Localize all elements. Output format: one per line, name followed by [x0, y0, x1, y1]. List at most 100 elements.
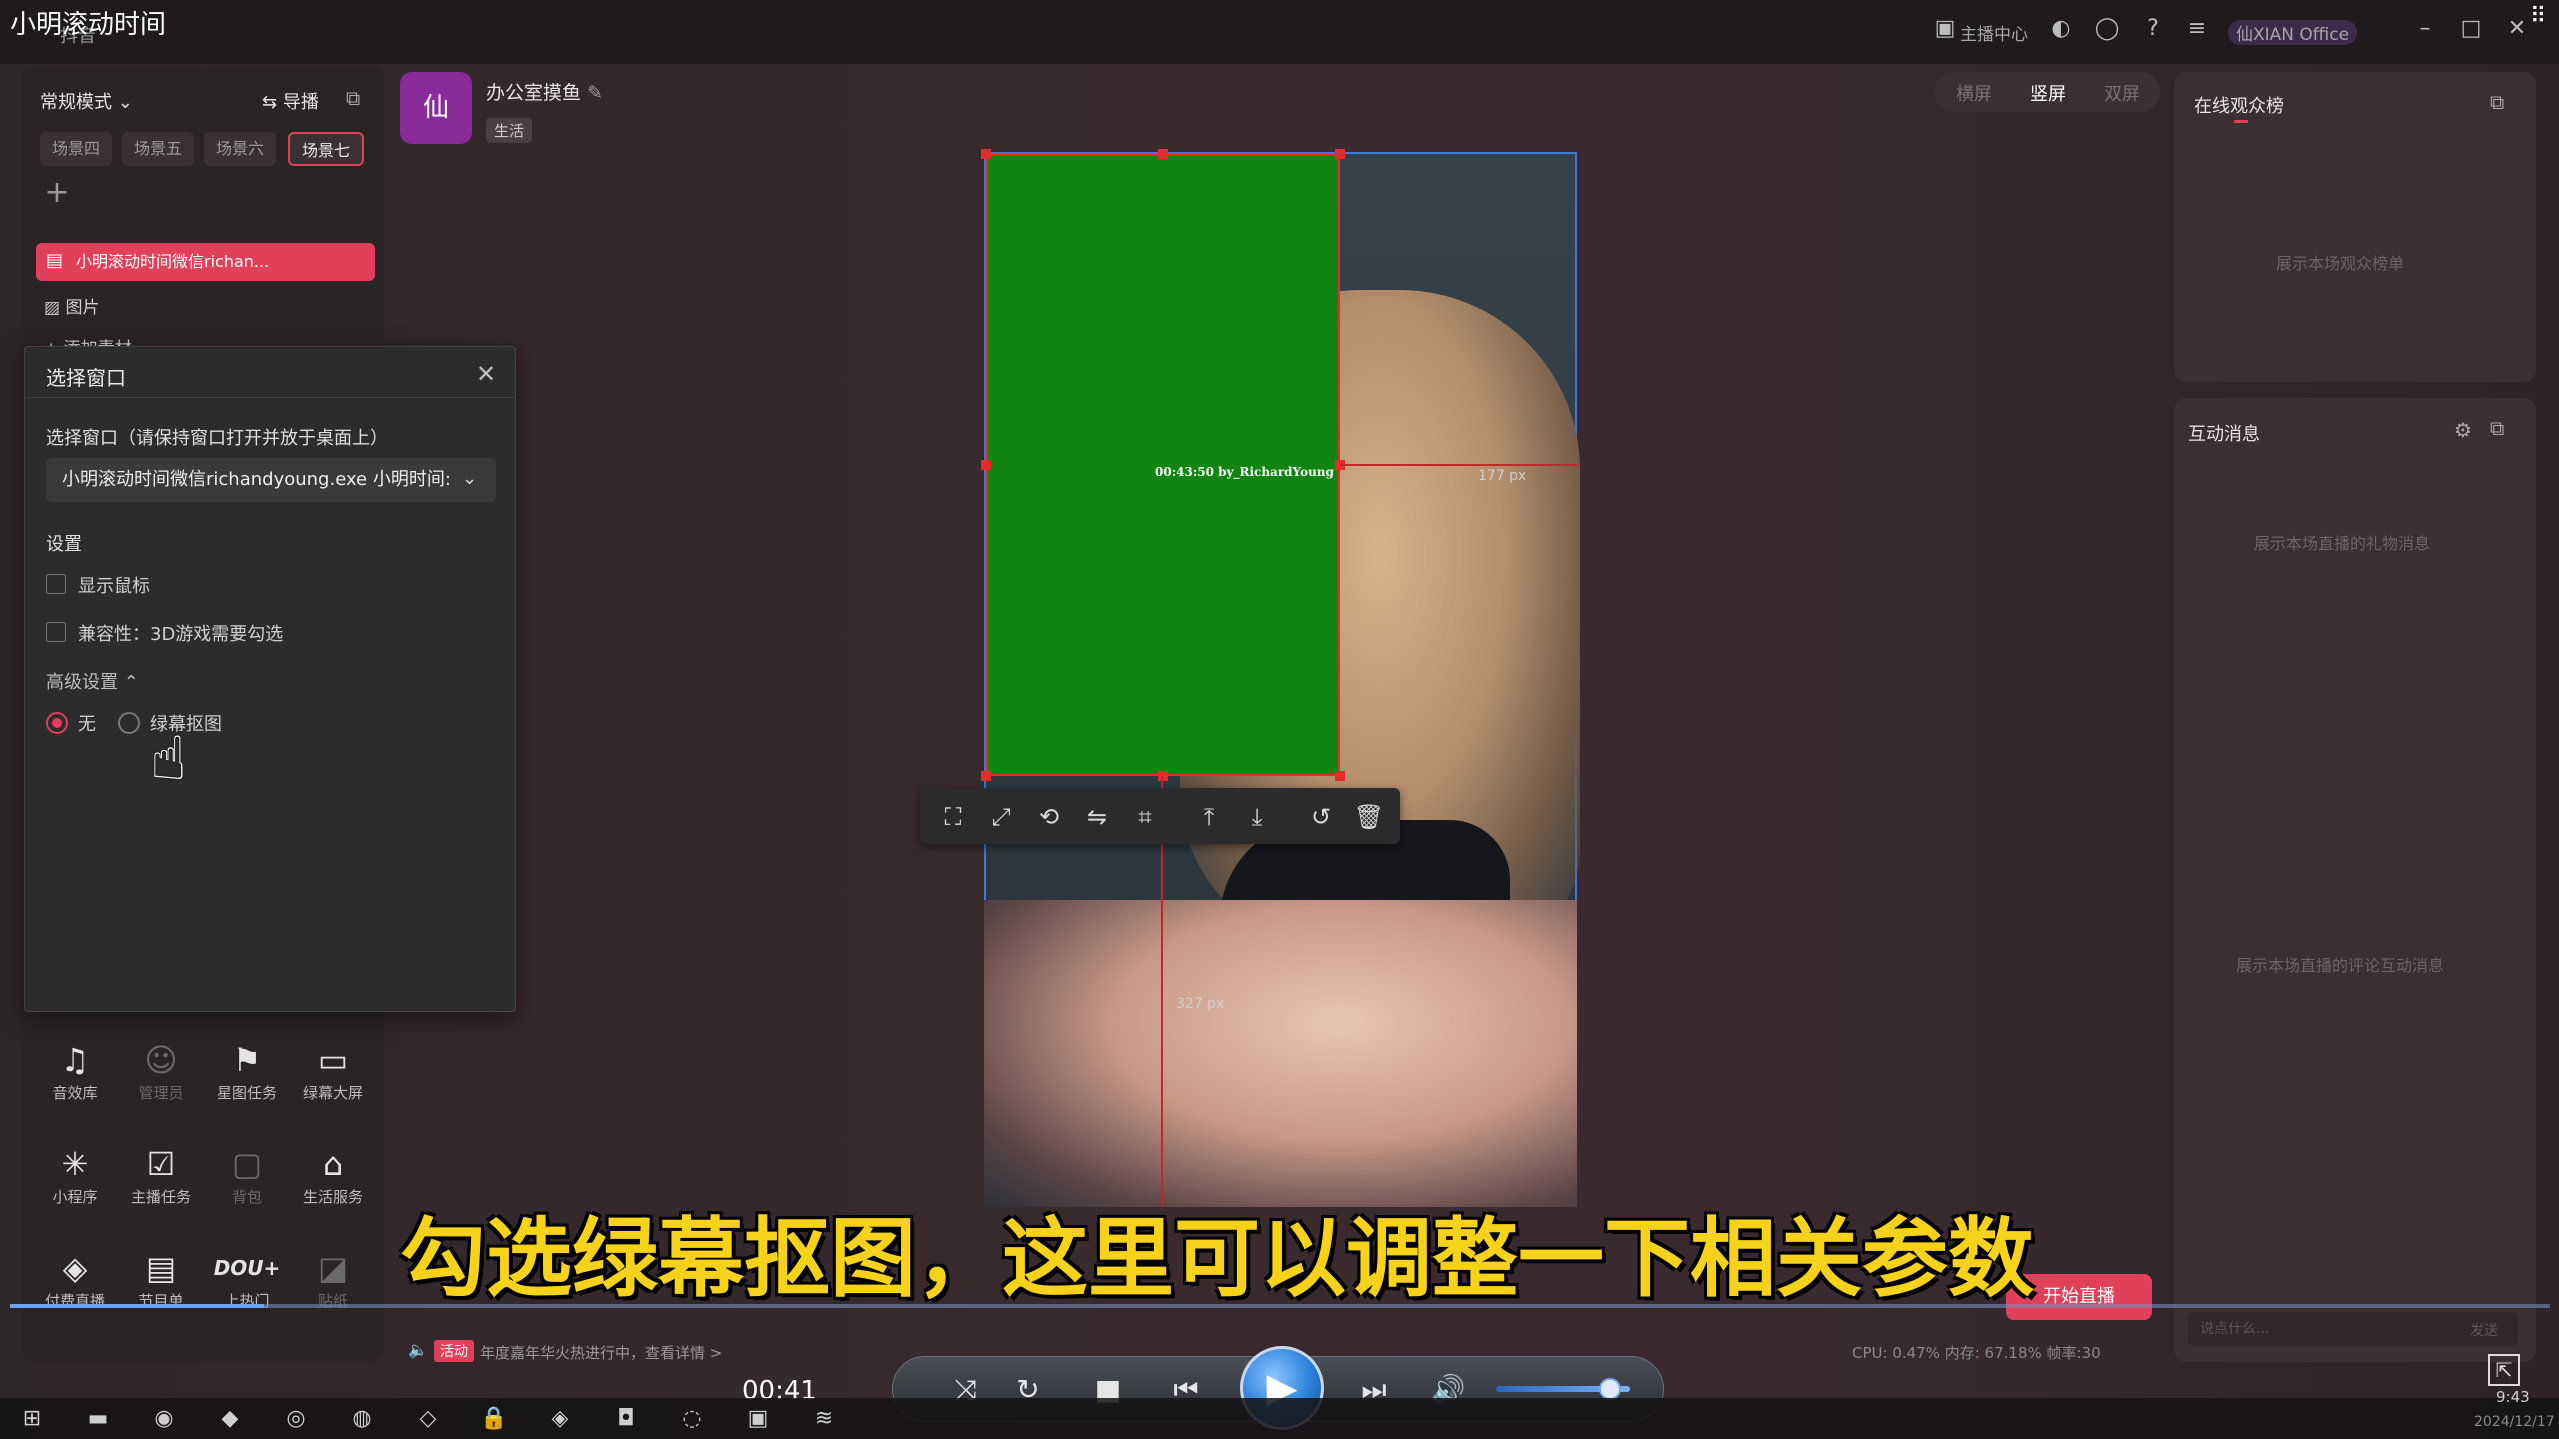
radio-none[interactable] — [46, 712, 68, 734]
scene-tab-5[interactable]: 场景五 — [122, 132, 195, 166]
layout-dual[interactable]: 双屏 — [2104, 80, 2140, 106]
chevron-up-icon: ⌃ — [123, 672, 139, 693]
compat-checkbox[interactable] — [46, 622, 66, 642]
broadcaster-center-link[interactable]: 主播中心 — [1960, 20, 2028, 45]
sound-effect-icon: ♫ — [60, 1041, 90, 1079]
tool-backpack[interactable]: ▢ 背包 — [204, 1142, 290, 1228]
scene-tab-4[interactable]: 场景四 — [40, 132, 113, 166]
grid-icon[interactable]: ⠿ — [2530, 4, 2546, 29]
room-avatar: 仙 — [400, 72, 472, 144]
tool-mini-program[interactable]: ✳ 小程序 — [32, 1142, 118, 1228]
fill-screen-icon[interactable]: ⤢ — [984, 800, 1018, 834]
layout-portrait[interactable]: 竖屏 — [2030, 80, 2066, 106]
tool-green-screen[interactable]: ▭ 绿幕大屏 — [290, 1038, 376, 1124]
tool-program-list[interactable]: ▤ 节目单 — [118, 1246, 204, 1332]
crop-icon[interactable]: ⌗ — [1128, 800, 1162, 834]
flip-icon[interactable]: ⇋ — [1080, 800, 1114, 834]
tool-paid-live[interactable]: ◈ 付费直播 — [32, 1246, 118, 1332]
add-scene-icon[interactable]: + — [40, 176, 74, 210]
calendar-icon[interactable]: ▣ — [1932, 16, 1958, 42]
scene-tab-7[interactable]: 场景七 — [288, 132, 365, 166]
popout-icon[interactable]: ⧉ — [2490, 416, 2504, 440]
wechat-icon[interactable]: ◎ — [280, 1404, 312, 1434]
lock-icon[interactable]: 🔒 — [478, 1404, 510, 1434]
reset-icon[interactable]: ↺ — [1304, 800, 1338, 834]
room-name[interactable]: 办公室摸鱼 ✎ — [486, 78, 603, 105]
volume-slider-knob[interactable] — [1599, 1378, 1621, 1400]
windows-taskbar — [0, 1398, 2559, 1439]
radio-chroma-key[interactable] — [118, 712, 140, 734]
resize-handle[interactable] — [981, 149, 991, 159]
video-progress-fill — [10, 1304, 264, 1308]
activity-notice-link[interactable]: 年度嘉年华火热进行中，查看详情 > — [480, 1342, 722, 1363]
fit-screen-icon[interactable]: ⛶ — [936, 800, 970, 834]
file-explorer-icon[interactable]: ▬ — [82, 1404, 114, 1434]
close-window-icon[interactable]: ✕ — [2504, 16, 2530, 42]
scene-tab-6[interactable]: 场景六 — [204, 132, 277, 166]
chrome-icon[interactable]: ◉ — [148, 1404, 180, 1434]
alignment-guide-horizontal — [1340, 464, 1577, 466]
source-item-image[interactable]: ▨ 图片 — [44, 293, 99, 318]
window-select-dropdown[interactable]: 小明滚动时间微信richandyoung.exe 小明时间: — [46, 458, 496, 502]
guide-button[interactable]: ⇆ 导播 — [262, 88, 319, 114]
resize-handle[interactable] — [981, 460, 991, 470]
visual-studio-icon[interactable]: ◇ — [412, 1404, 444, 1434]
send-button[interactable]: 发送 — [2470, 1320, 2498, 1340]
popout-icon[interactable]: ⧉ — [2490, 90, 2504, 114]
portrait-shoulder — [984, 900, 1577, 1207]
source-item-window[interactable]: 小明滚动时间微信richan... — [36, 243, 375, 281]
browser-icon[interactable]: ◍ — [346, 1404, 378, 1434]
app-icon[interactable]: ◌ — [676, 1404, 708, 1434]
resize-handle[interactable] — [981, 771, 991, 781]
expand-icon[interactable]: ⇱ — [2488, 1354, 2520, 1386]
message-input[interactable]: 说点什么... — [2188, 1312, 2518, 1346]
popout-icon[interactable]: ⧉ — [346, 86, 360, 110]
show-cursor-checkbox[interactable] — [46, 574, 66, 594]
layout-landscape[interactable]: 横屏 — [1956, 80, 1992, 106]
mini-program-icon: ✳ — [61, 1145, 89, 1183]
tool-life-service[interactable]: ⌂ 生活服务 — [290, 1142, 376, 1228]
anchor-task-icon: ☑ — [146, 1145, 176, 1183]
tool-sticker[interactable]: ◪ 贴纸 — [290, 1246, 376, 1332]
guide-distance-label: 327 px — [1176, 996, 1225, 1012]
tool-sound-effect[interactable]: ♫ 音效库 — [32, 1038, 118, 1124]
douyin-live-icon[interactable]: ◘ — [610, 1404, 642, 1434]
app-icon[interactable]: ◈ — [544, 1404, 576, 1434]
performance-stats: CPU: 0.47% 内存: 67.18% 帧率:30 — [1852, 1344, 2101, 1362]
help-icon[interactable]: ? — [2140, 16, 2166, 42]
resize-handle[interactable] — [1158, 149, 1168, 159]
taskbar-clock-date: 2024/12/17 — [2474, 1414, 2555, 1430]
overlay-text: 00:43:50 by_RichardYoung — [1155, 465, 1334, 479]
room-category-tag[interactable]: 生活 — [486, 118, 533, 143]
settings-icon[interactable]: ⚙ — [2454, 418, 2472, 442]
advanced-settings-toggle[interactable]: 高级设置 ⌃ — [46, 668, 139, 694]
rotate-icon[interactable]: ⟲ — [1032, 800, 1066, 834]
chat-icon[interactable]: ◯ — [2094, 16, 2120, 42]
close-icon[interactable]: ✕ — [476, 360, 496, 388]
resize-handle[interactable] — [1335, 771, 1345, 781]
app-icon[interactable]: ▣ — [742, 1404, 774, 1434]
headset-icon[interactable]: ◐ — [2048, 16, 2074, 42]
tool-star-task[interactable]: ⚑ 星图任务 — [204, 1038, 290, 1124]
minimize-icon[interactable]: – — [2412, 16, 2438, 42]
resize-handle[interactable] — [1335, 149, 1345, 159]
move-bottom-icon[interactable]: ⤓ — [1240, 800, 1274, 834]
maximize-icon[interactable]: □ — [2458, 16, 2484, 42]
vscode-icon[interactable]: ◆ — [214, 1404, 246, 1434]
title-bar — [0, 0, 2559, 64]
delete-icon[interactable]: 🗑 — [1352, 800, 1386, 834]
move-top-icon[interactable]: ⤒ — [1192, 800, 1226, 834]
video-progress-bar[interactable] — [10, 1304, 2550, 1308]
user-account[interactable]: 仙XIAN Office — [2228, 20, 2358, 45]
app-icon[interactable]: ≋ — [808, 1404, 840, 1434]
window-source-icon: ▤ — [46, 250, 64, 271]
tool-admin[interactable]: ☺ 管理员 — [118, 1038, 204, 1124]
tool-anchor-task[interactable]: ☑ 主播任务 — [118, 1142, 204, 1228]
resize-handle[interactable] — [1158, 771, 1168, 781]
menu-icon[interactable]: ≡ — [2184, 16, 2210, 42]
start-icon[interactable]: ⊞ — [16, 1404, 48, 1434]
mode-selector[interactable]: 常规模式 ⌄ — [40, 88, 133, 114]
edit-icon[interactable]: ✎ — [587, 82, 603, 104]
viewers-title[interactable]: 在线观众榜 — [2194, 92, 2284, 118]
tool-dou-plus[interactable]: DOU+ 上热门 — [204, 1246, 290, 1332]
